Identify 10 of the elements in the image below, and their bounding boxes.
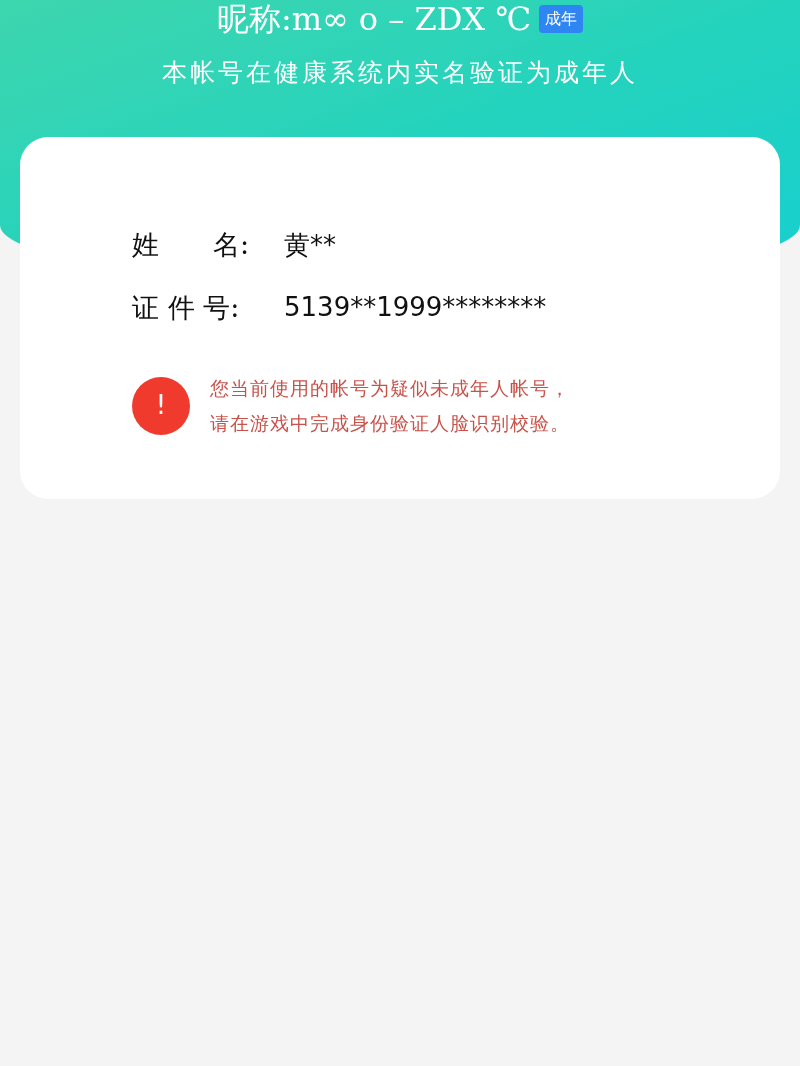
field-value: 黄** xyxy=(284,228,336,262)
warning-text: 请在游戏中完成身份验证人脸识别校验。 xyxy=(210,410,570,436)
field-value: 5139**1999******** xyxy=(284,291,547,325)
field-label: 姓 名: xyxy=(132,228,251,262)
adult-tag: 成年 xyxy=(539,5,584,33)
field-label: 证 件 号: xyxy=(132,290,241,325)
nickname: 昵称:m∞ o – ZDX ℃ xyxy=(216,3,532,35)
subtitle: 本帐号在健康系统内实名验证为成年人 xyxy=(162,57,638,89)
warning-icon: ! xyxy=(132,376,190,435)
warning-text: 您当前使用的帐号为疑似未成年人帐号， xyxy=(210,376,570,401)
